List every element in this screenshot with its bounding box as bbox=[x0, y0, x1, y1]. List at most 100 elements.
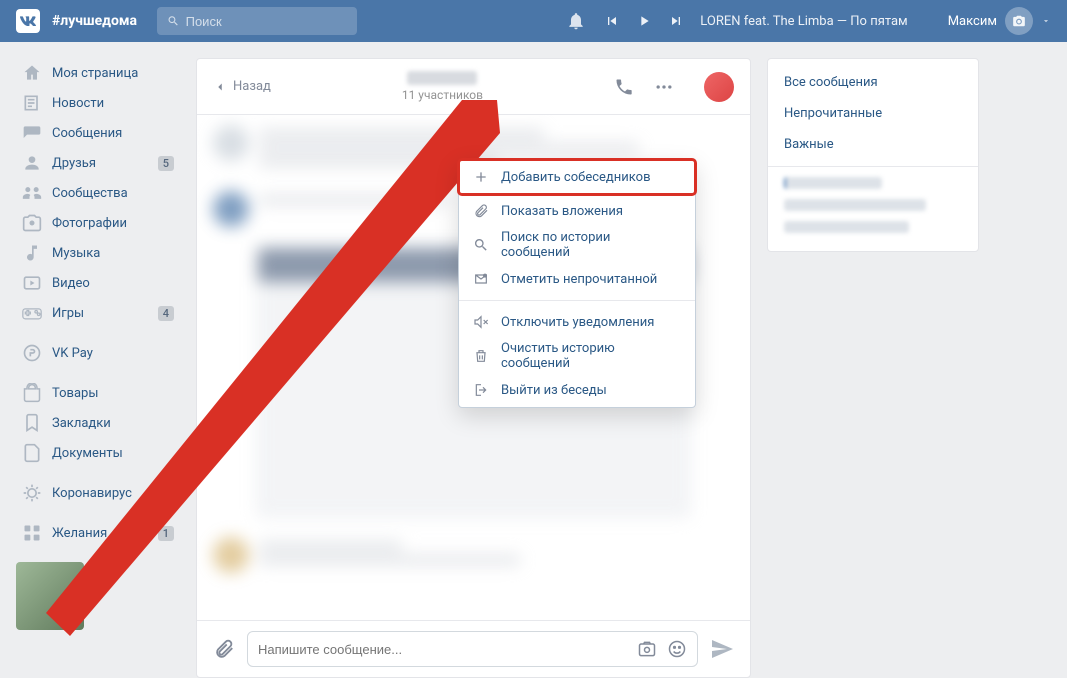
home-icon bbox=[22, 63, 42, 83]
play-icon[interactable] bbox=[636, 13, 652, 29]
chat-header: Назад 11 участников bbox=[197, 59, 750, 115]
sidebar-item-games[interactable]: Игры4 bbox=[16, 298, 180, 328]
filter-item[interactable]: Важные bbox=[768, 129, 978, 160]
sidebar-item-label: Моя страница bbox=[52, 66, 174, 81]
sidebar-item-label: Коронавирус bbox=[52, 486, 174, 501]
sidebar-item-bookmark[interactable]: Закладки bbox=[16, 408, 180, 438]
sidebar-item-label: Товары bbox=[52, 386, 174, 401]
sidebar-thumbnail[interactable] bbox=[16, 562, 84, 630]
filter-item[interactable]: Непрочитанные bbox=[768, 98, 978, 129]
sidebar-item-music[interactable]: Музыка bbox=[16, 238, 180, 268]
phone-icon[interactable] bbox=[614, 77, 634, 97]
dropdown-item-label: Показать вложения bbox=[501, 204, 623, 219]
sidebar-item-groups[interactable]: Сообщества bbox=[16, 178, 180, 208]
chat-title-blurred bbox=[407, 71, 477, 85]
attach-icon bbox=[473, 203, 489, 219]
dropdown-item-unread[interactable]: Отметить непрочитанной bbox=[459, 262, 695, 296]
next-track-icon[interactable] bbox=[668, 13, 684, 29]
chevron-left-icon bbox=[213, 80, 227, 94]
message-input[interactable] bbox=[258, 642, 637, 657]
message-input-wrap[interactable] bbox=[247, 631, 698, 667]
header: #лучшедома LOREN feat. The Limba — По пя… bbox=[0, 0, 1067, 42]
sidebar-item-video[interactable]: Видео bbox=[16, 268, 180, 298]
sidebar-item-docs[interactable]: Документы bbox=[16, 438, 180, 468]
camera-icon bbox=[1012, 14, 1026, 28]
participants-count[interactable]: 11 участников bbox=[271, 88, 614, 102]
dropdown-item-exit[interactable]: Выйти из беседы bbox=[459, 373, 695, 407]
msg-icon bbox=[22, 123, 42, 143]
dropdown-item-label: Поиск по истории сообщений bbox=[501, 230, 681, 260]
music-icon bbox=[22, 243, 42, 263]
unread-icon bbox=[473, 271, 489, 287]
sidebar-item-label: Новости bbox=[52, 96, 174, 111]
sidebar-item-label: Друзья bbox=[52, 156, 158, 171]
news-icon bbox=[22, 93, 42, 113]
prev-track-icon[interactable] bbox=[604, 13, 620, 29]
sidebar-item-label: Музыка bbox=[52, 246, 174, 261]
docs-icon bbox=[22, 443, 42, 463]
search-box[interactable] bbox=[157, 7, 357, 35]
bookmark-icon bbox=[22, 413, 42, 433]
groups-icon bbox=[22, 183, 42, 203]
dropdown-item-label: Добавить собеседников bbox=[501, 170, 651, 185]
market-icon bbox=[22, 383, 42, 403]
player-track[interactable]: LOREN feat. The Limba — По пятам bbox=[700, 14, 907, 29]
plus-icon bbox=[473, 169, 489, 185]
corona-icon bbox=[22, 483, 42, 503]
header-hashtag[interactable]: #лучшедома bbox=[52, 13, 137, 29]
search-icon bbox=[473, 237, 489, 253]
friends-icon bbox=[22, 153, 42, 173]
mute-icon bbox=[473, 314, 489, 330]
sidebar-item-label: Сообщения bbox=[52, 126, 174, 141]
photos-icon bbox=[22, 213, 42, 233]
vkpay-icon bbox=[22, 343, 42, 363]
sidebar-item-label: Закладки bbox=[52, 416, 174, 431]
trash-icon bbox=[473, 348, 489, 364]
send-button[interactable] bbox=[710, 637, 734, 661]
dropdown-item-label: Выйти из беседы bbox=[501, 383, 607, 398]
sidebar-item-label: Документы bbox=[52, 446, 174, 461]
chat-actions-dropdown: Добавить собеседников Показать вложения По… bbox=[458, 159, 696, 408]
dropdown-item-search[interactable]: Поиск по истории сообщений bbox=[459, 228, 695, 262]
sidebar-item-msg[interactable]: Сообщения bbox=[16, 118, 180, 148]
sidebar-item-home[interactable]: Моя страница bbox=[16, 58, 180, 88]
sidebar-item-label: Видео bbox=[52, 276, 174, 291]
emoji-icon[interactable] bbox=[667, 639, 687, 659]
more-icon[interactable] bbox=[654, 77, 674, 97]
sidebar-item-vkpay[interactable]: VK Pay bbox=[16, 338, 180, 368]
sidebar-badge: 4 bbox=[158, 306, 174, 321]
user-menu[interactable]: Максим bbox=[948, 7, 1051, 35]
sidebar-item-apps[interactable]: Желания1 bbox=[16, 518, 180, 548]
sidebar-item-label: Желания bbox=[52, 526, 158, 541]
dropdown-item-label: Отметить непрочитанной bbox=[501, 272, 657, 287]
sidebar-item-corona[interactable]: Коронавирус bbox=[16, 478, 180, 508]
dropdown-item-attach[interactable]: Показать вложения bbox=[459, 194, 695, 228]
camera-input-icon[interactable] bbox=[637, 639, 657, 659]
sidebar-item-news[interactable]: Новости bbox=[16, 88, 180, 118]
search-input[interactable] bbox=[186, 14, 347, 29]
chat-column: Назад 11 участников bbox=[196, 58, 751, 678]
avatar bbox=[1005, 7, 1033, 35]
sidebar-item-photos[interactable]: Фотографии bbox=[16, 208, 180, 238]
chat-messages[interactable]: Добавить собеседников Показать вложения По… bbox=[197, 115, 750, 620]
attach-icon[interactable] bbox=[213, 638, 235, 660]
chat-avatar[interactable] bbox=[704, 72, 734, 102]
filters-column: Все сообщенияНепрочитанныеВажные bbox=[767, 58, 979, 252]
sidebar-item-market[interactable]: Товары bbox=[16, 378, 180, 408]
sidebar-item-friends[interactable]: Друзья5 bbox=[16, 148, 180, 178]
search-icon bbox=[167, 14, 180, 28]
dropdown-item-plus[interactable]: Добавить собеседников bbox=[459, 160, 695, 194]
back-button[interactable]: Назад bbox=[213, 79, 271, 94]
username: Максим bbox=[948, 14, 997, 29]
dropdown-item-trash[interactable]: Очистить историю сообщений bbox=[459, 339, 695, 373]
dropdown-item-mute[interactable]: Отключить уведомления bbox=[459, 305, 695, 339]
vk-logo[interactable] bbox=[16, 9, 40, 33]
games-icon bbox=[22, 303, 42, 323]
filter-item[interactable]: Все сообщения bbox=[768, 67, 978, 98]
chevron-down-icon bbox=[1041, 16, 1051, 26]
video-icon bbox=[22, 273, 42, 293]
exit-icon bbox=[473, 382, 489, 398]
bell-icon[interactable] bbox=[566, 11, 586, 31]
dropdown-item-label: Очистить историю сообщений bbox=[501, 341, 681, 371]
dropdown-item-label: Отключить уведомления bbox=[501, 315, 654, 330]
